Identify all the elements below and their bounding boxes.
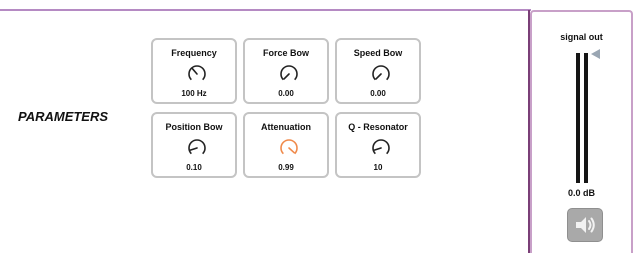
- dial-grid: Frequency 100 Hz Force Bow 0.00 Speed Bo…: [151, 38, 423, 180]
- knob-pointer: [375, 73, 382, 80]
- knob-pointer: [373, 147, 382, 151]
- knob-icon[interactable]: [370, 137, 392, 159]
- dial-label: Force Bow: [262, 48, 309, 58]
- dial-label: Frequency: [171, 48, 217, 58]
- knob-ring: [372, 65, 390, 81]
- knob-pointer: [189, 147, 198, 151]
- dial-value: 0.00: [278, 89, 294, 98]
- dial-value: 0.99: [278, 163, 294, 172]
- knob-icon[interactable]: [278, 137, 300, 159]
- dial-label: Attenuation: [261, 122, 311, 132]
- knob-icon[interactable]: [278, 63, 300, 85]
- meter-db-readout: 0.0 dB: [567, 188, 595, 198]
- dial-label: Position Bow: [165, 122, 223, 132]
- knob-ring: [280, 139, 298, 155]
- knob-ring: [280, 65, 298, 81]
- dial-speed-bow[interactable]: Speed Bow 0.00: [335, 38, 421, 104]
- dial-frequency[interactable]: Frequency 100 Hz: [151, 38, 237, 104]
- knob-pointer: [283, 73, 290, 80]
- dial-value: 0.00: [370, 89, 386, 98]
- dial-label: Q - Resonator: [348, 122, 408, 132]
- knob-icon[interactable]: [370, 63, 392, 85]
- knob-ring: [188, 139, 206, 155]
- signal-out-panel: signal out 0.0 dB: [530, 10, 633, 253]
- gain-slider-handle[interactable]: [591, 49, 600, 59]
- knob-pointer: [191, 67, 198, 75]
- dial-value: 0.10: [186, 163, 202, 172]
- knob-icon[interactable]: [186, 63, 208, 85]
- level-meter-right: [584, 53, 588, 183]
- dial-value: 10: [373, 163, 383, 172]
- dial-position-bow[interactable]: Position Bow 0.10: [151, 112, 237, 178]
- knob-pointer: [288, 147, 295, 154]
- level-meter-left: [576, 53, 580, 183]
- knob-ring: [372, 139, 390, 155]
- mute-button[interactable]: [567, 208, 603, 242]
- dial-force-bow[interactable]: Force Bow 0.00: [243, 38, 329, 104]
- dial-value: 100 Hz: [181, 89, 207, 98]
- meter-title: signal out: [560, 32, 603, 42]
- dial-attenuation[interactable]: Attenuation 0.99: [243, 112, 329, 178]
- dial-label: Speed Bow: [353, 48, 403, 58]
- dial-q-resonator[interactable]: Q - Resonator 10: [335, 112, 421, 178]
- speaker-icon: [576, 217, 595, 233]
- top-divider: [0, 9, 531, 11]
- parameters-heading: PARAMETERS: [18, 109, 109, 124]
- knob-icon[interactable]: [186, 137, 208, 159]
